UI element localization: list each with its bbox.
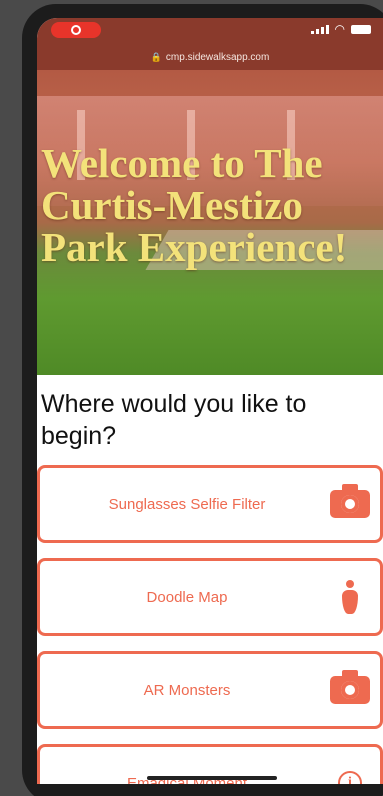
option-sunglasses-selfie-filter[interactable]: Sunglasses Selfie Filter — [37, 465, 383, 543]
status-bar: ◠ — [37, 18, 383, 44]
record-dot-icon — [71, 25, 81, 35]
screen-recording-indicator[interactable] — [51, 22, 101, 38]
browser-url-bar[interactable]: 🔒 cmp.sidewalksapp.com — [37, 44, 383, 70]
begin-prompt: Where would you like to begin? — [41, 390, 307, 450]
option-label: Doodle Map — [146, 588, 228, 606]
url-text: cmp.sidewalksapp.com — [165, 51, 270, 63]
cellular-signal-icon — [310, 24, 329, 34]
battery-icon — [351, 25, 371, 34]
phone-screen: ◠ 🔒 cmp.sidewalksapp.com Welcome to The … — [37, 18, 383, 784]
home-indicator[interactable] — [147, 776, 277, 780]
status-icons: ◠ — [310, 22, 371, 36]
person-pin-icon — [341, 580, 359, 614]
option-label: Sunglasses Selfie Filter — [108, 495, 266, 513]
lock-icon: 🔒 — [150, 51, 162, 62]
camera-icon — [330, 484, 370, 518]
hero-banner: Welcome to The Curtis-Mestizo Park Exper… — [37, 70, 383, 375]
option-label: AR Monsters — [143, 681, 231, 699]
camera-icon — [330, 670, 370, 704]
option-doodle-map[interactable]: Doodle Map — [37, 558, 383, 636]
hero-title: Welcome to The Curtis-Mestizo Park Exper… — [41, 140, 348, 270]
info-icon: i — [338, 771, 362, 784]
option-ar-monsters[interactable]: AR Monsters — [37, 651, 383, 729]
wifi-icon: ◠ — [334, 22, 345, 36]
